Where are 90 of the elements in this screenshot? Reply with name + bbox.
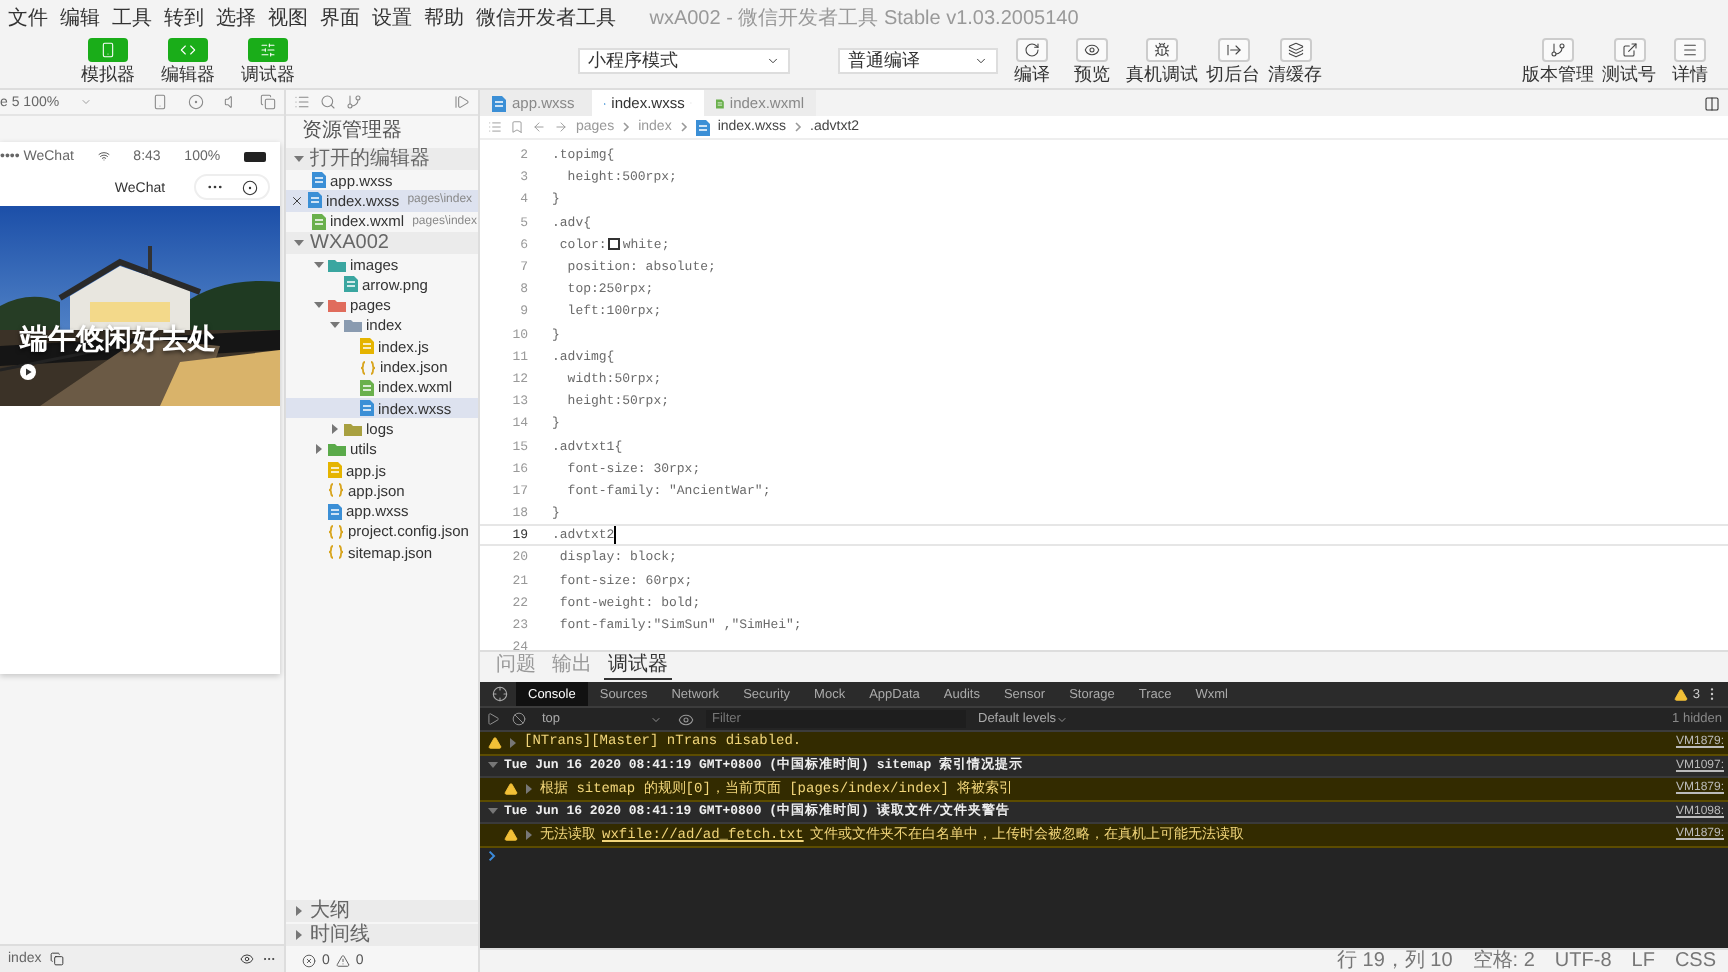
arrow-right-icon [1225, 42, 1241, 58]
caret-icon [974, 54, 988, 68]
chevron-icon [794, 122, 803, 132]
back-icon [532, 120, 546, 134]
toolbar-button[interactable]: 真机调试 [1126, 38, 1198, 84]
bug-icon [1154, 42, 1170, 58]
section-header[interactable]: WXA002 [286, 231, 478, 254]
section-header[interactable]: 打开的编辑器 [286, 148, 478, 170]
caret-icon [650, 713, 662, 725]
braces-icon [360, 359, 376, 376]
toolbar-button[interactable]: 详情 [1664, 38, 1716, 84]
toolbar-button[interactable]: 清缓存 [1268, 38, 1322, 84]
caret-icon [79, 96, 92, 108]
layers-icon [1287, 42, 1303, 58]
prompt-icon [488, 849, 496, 861]
braces-icon [328, 482, 344, 499]
close-circle-icon [242, 179, 259, 195]
status-item: 空格: 2 [1472, 950, 1535, 972]
menu-item[interactable]: 文件 [8, 3, 48, 31]
toolbar-button[interactable]: 切后台 [1206, 38, 1260, 84]
warning-icon [488, 735, 502, 750]
mode-select[interactable]: 小程序模式 [578, 48, 790, 74]
eye-icon [678, 711, 694, 727]
phone-icon [152, 94, 168, 110]
warning-icon [335, 953, 350, 967]
text-cursor [614, 526, 617, 545]
section-header[interactable]: 时间线 [286, 924, 478, 946]
window-title: wxA002 - 微信开发者工具 Stable v1.03.2005140 [649, 5, 1079, 31]
windows-icon [260, 94, 276, 110]
braces-icon [328, 544, 344, 561]
search-icon [320, 94, 336, 110]
menu-item[interactable]: 微信开发者工具 [476, 3, 616, 31]
split-editor-icon [1704, 95, 1720, 111]
menu-item[interactable]: 选择 [216, 3, 256, 31]
branch-icon [1550, 42, 1566, 58]
wifi-icon [97, 150, 110, 162]
caret-icon [1056, 713, 1069, 725]
warning-icon [1674, 687, 1689, 701]
toolbar-button[interactable]: 版本管理 [1522, 38, 1594, 84]
sliders-icon [260, 42, 276, 58]
chevron-icon [622, 122, 631, 132]
status-item: 行 19，列 10 [1336, 950, 1453, 972]
caret-icon [766, 54, 780, 68]
step-icon [454, 94, 470, 110]
menu-item[interactable]: 帮助 [424, 3, 464, 31]
menu-item[interactable]: 编辑 [60, 3, 100, 31]
braces-icon [328, 523, 344, 540]
menu-item[interactable]: 界面 [320, 3, 360, 31]
status-item: UTF-8 [1554, 950, 1612, 972]
chevron-icon [679, 122, 688, 132]
inspect-icon [492, 686, 508, 702]
list-icon [488, 120, 502, 134]
battery-icon [243, 151, 268, 161]
panel-tab[interactable]: 调试器 [604, 654, 672, 680]
list-icon [294, 94, 310, 110]
eye-icon [240, 952, 254, 966]
external-link-icon [1621, 42, 1637, 58]
toolbar-button[interactable]: 编译 [1006, 38, 1058, 84]
toolbar-button[interactable]: 测试号 [1602, 38, 1656, 84]
branch-icon [346, 94, 362, 110]
copy-icon [49, 952, 64, 966]
warning-icon [504, 781, 518, 796]
section-header[interactable]: 大纲 [286, 900, 478, 922]
color-swatch[interactable] [608, 238, 621, 251]
menu-item[interactable]: 视图 [268, 3, 308, 31]
phone-icon [100, 42, 116, 58]
record-icon [188, 94, 204, 110]
forward-icon [554, 120, 568, 134]
clear-icon [512, 712, 526, 726]
compile-select[interactable]: 普通编译 [838, 48, 998, 74]
view-toggle-button[interactable]: 调试器 [228, 38, 308, 84]
error-icon [302, 953, 316, 967]
status-item: CSS [1674, 950, 1716, 972]
eye-icon [1084, 42, 1100, 58]
status-item: LF [1631, 950, 1655, 972]
view-toggle-button[interactable]: 模拟器 [68, 38, 148, 84]
panel-title: 资源管理器 [300, 118, 404, 146]
menu-item[interactable]: 转到 [164, 3, 204, 31]
view-toggle-button[interactable]: 编辑器 [148, 38, 228, 84]
play-icon[interactable] [20, 364, 36, 380]
menu-item[interactable]: 工具 [112, 3, 152, 31]
menu-item[interactable]: 设置 [372, 3, 412, 31]
refresh-icon [1024, 42, 1040, 58]
banner-title: 端午悠闲好去处 [20, 322, 216, 358]
code-icon [180, 42, 196, 58]
bookmark-icon [510, 120, 524, 134]
capsule-menu[interactable] [194, 174, 270, 200]
menu-icon [1682, 42, 1698, 58]
warning-icon [504, 827, 518, 842]
toolbar-button[interactable]: 预览 [1066, 38, 1118, 84]
